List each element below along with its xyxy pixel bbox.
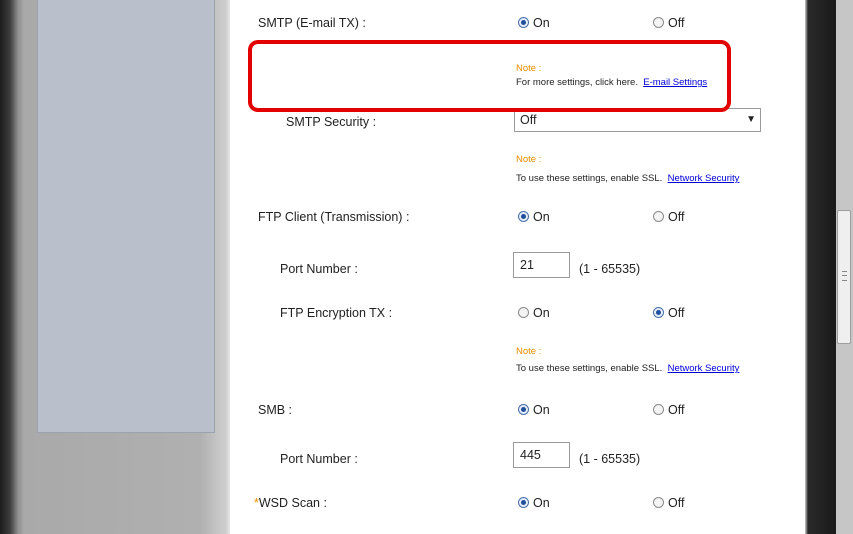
smtp-on-radio[interactable] [518, 17, 529, 28]
left-navigation-panel [37, 0, 215, 433]
ftp-client-label: FTP Client (Transmission) : [258, 210, 410, 224]
wsd-scan-off-option[interactable]: Off [653, 496, 684, 510]
smtp-on-option[interactable]: On [518, 16, 550, 30]
smtp-on-label: On [533, 16, 550, 30]
smb-on-radio[interactable] [518, 404, 529, 415]
ftp-client-off-radio[interactable] [653, 211, 664, 222]
smb-label: SMB : [258, 403, 293, 417]
smb-off-radio[interactable] [653, 404, 664, 415]
ftp-client-off-option[interactable]: Off [653, 210, 684, 224]
smb-port-range: (1 - 65535) [579, 452, 641, 466]
smtp-label: SMTP (E-mail TX) : [258, 16, 366, 30]
ftp-port-input[interactable]: 21 [513, 252, 570, 278]
network-security-link[interactable]: Network Security [668, 173, 740, 184]
ftp-encryption-note-text: To use these settings, enable SSL. [516, 363, 663, 374]
smb-off-label: Off [668, 403, 685, 417]
ftp-encryption-off-option[interactable]: Off [653, 306, 684, 320]
wsd-scan-on-radio[interactable] [518, 497, 529, 508]
smtp-security-note: To use these settings, enable SSL. Netwo… [516, 173, 739, 184]
smb-off-option[interactable]: Off [653, 403, 684, 417]
wsd-scan-off-radio[interactable] [653, 497, 664, 508]
ftp-encryption-off-label: Off [668, 306, 685, 320]
ftp-client-on-radio[interactable] [518, 211, 529, 222]
smtp-off-radio[interactable] [653, 17, 664, 28]
chevron-down-icon: ▼ [746, 114, 756, 125]
smtp-security-note-title: Note : [516, 154, 542, 165]
ftp-port-range: (1 - 65535) [579, 262, 641, 276]
ftp-encryption-on-label: On [533, 306, 550, 320]
scrollbar-thumb[interactable] [837, 210, 851, 344]
ftp-encryption-note: To use these settings, enable SSL. Netwo… [516, 363, 739, 374]
ftp-encryption-label: FTP Encryption TX : [280, 306, 393, 320]
ftp-client-on-option[interactable]: On [518, 210, 550, 224]
wsd-scan-off-label: Off [668, 496, 685, 510]
grip-icon [842, 271, 847, 281]
wsd-scan-on-option[interactable]: On [518, 496, 550, 510]
smb-on-option[interactable]: On [518, 403, 550, 417]
annotation-highlight-box [248, 40, 731, 112]
wsd-scan-label: *WSD Scan : [254, 496, 327, 510]
smtp-security-note-text: To use these settings, enable SSL. [516, 173, 663, 184]
network-security-link-2[interactable]: Network Security [668, 363, 740, 374]
smb-on-label: On [533, 403, 550, 417]
smtp-off-option[interactable]: Off [653, 16, 684, 30]
smtp-security-value: Off [520, 113, 537, 127]
ftp-client-off-label: Off [668, 210, 685, 224]
smb-port-input[interactable]: 445 [513, 442, 570, 468]
ftp-encryption-on-radio[interactable] [518, 307, 529, 318]
smtp-security-label: SMTP Security : [286, 115, 377, 129]
ftp-encryption-note-title: Note : [516, 346, 542, 357]
smtp-off-label: Off [668, 16, 685, 30]
ftp-port-label: Port Number : [280, 262, 358, 276]
ftp-encryption-on-option[interactable]: On [518, 306, 550, 320]
wsd-scan-on-label: On [533, 496, 550, 510]
ftp-client-on-label: On [533, 210, 550, 224]
wsd-scan-label-text: WSD Scan : [258, 496, 327, 510]
ftp-encryption-off-radio[interactable] [653, 307, 664, 318]
smb-port-label: Port Number : [280, 452, 358, 466]
